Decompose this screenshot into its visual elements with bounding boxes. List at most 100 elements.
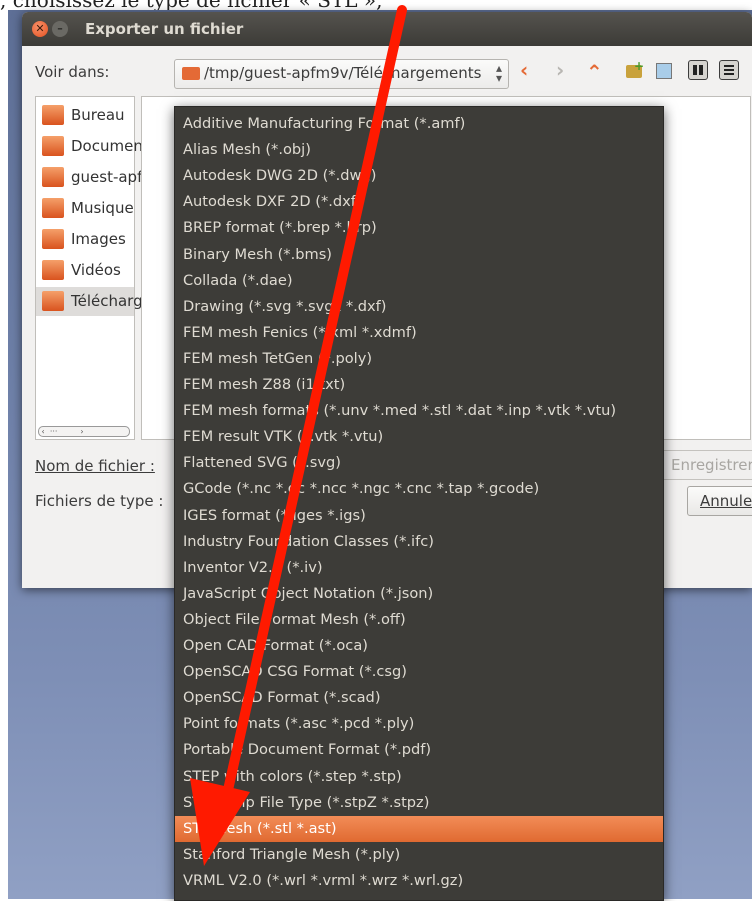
menu-item-label: STL Mesh (*.stl *.ast) xyxy=(183,819,337,837)
menu-item[interactable]: OpenSCAD CSG Format (*.csg) xyxy=(175,659,663,685)
menu-item-label: Industry Foundation Classes (*.ifc) xyxy=(183,532,434,550)
sidebar-item-label: Bureau xyxy=(71,106,125,124)
menu-item[interactable]: Alias Mesh (*.obj) xyxy=(175,137,663,163)
menu-item-label: IGES format (*.iges *.igs) xyxy=(183,506,366,524)
back-arrow-icon[interactable]: ‹ xyxy=(520,58,528,82)
cancel-button[interactable]: Annuler xyxy=(687,486,752,516)
sidebar-item[interactable]: Bureau xyxy=(36,101,134,130)
menu-item[interactable]: Stanford Triangle Mesh (*.ply) xyxy=(175,842,663,868)
menu-item-label: OpenSCAD Format (*.scad) xyxy=(183,689,381,707)
menu-item[interactable]: Drawing (*.svg *.svgz *.dxf) xyxy=(175,294,663,320)
menu-item[interactable]: STEPZ zip File Type (*.stpZ *.stpz) xyxy=(175,790,663,816)
filetype-label: Fichiers de type : xyxy=(35,492,164,510)
menu-item-label: Point formats (*.asc *.pcd *.ply) xyxy=(183,715,415,733)
menu-item-label: FEM mesh TetGen (*.poly) xyxy=(183,349,373,367)
menu-item[interactable]: Flattened SVG (*.svg) xyxy=(175,450,663,476)
horizontal-scrollbar[interactable]: ‹ ··· › xyxy=(38,426,130,437)
menu-item-label: FEM mesh Z88 (i1.txt) xyxy=(183,376,346,393)
menu-item-label: BREP format (*.brep *.brp) xyxy=(183,219,377,237)
menu-item[interactable]: FEM mesh Fenics (*.xml *.xdmf) xyxy=(175,320,663,346)
sidebar-item-label: Vidéos xyxy=(71,261,121,279)
menu-item-label: STEPZ zip File Type (*.stpZ *.stpz) xyxy=(183,793,430,811)
folder-icon xyxy=(42,105,64,125)
sidebar-item[interactable]: Documents xyxy=(36,132,157,161)
menu-item[interactable]: Portable Document Format (*.pdf) xyxy=(175,737,663,763)
menu-item[interactable]: Autodesk DXF 2D (*.dxf) xyxy=(175,189,663,215)
menu-item-label: FEM mesh formats (*.unv *.med *.stl *.da… xyxy=(183,402,617,420)
menu-item-label: FEM result VTK (*.vtk *.vtu) xyxy=(183,428,384,446)
icon-view-icon[interactable] xyxy=(688,60,708,80)
menu-item-label: Additive Manufacturing Format (*.amf) xyxy=(183,115,466,132)
filetype-dropdown-menu: Additive Manufacturing Format (*.amf) Ali… xyxy=(174,106,664,901)
look-in-label: Voir dans: xyxy=(35,63,110,81)
sidebar-item[interactable]: Musique xyxy=(36,194,134,223)
sidebar-item-label: Musique xyxy=(71,199,134,217)
folder-icon xyxy=(42,291,64,311)
new-folder-icon[interactable] xyxy=(626,59,644,78)
menu-item-label: VRML V2.0 (*.wrl *.vrml *.wrz *.wrl.gz) xyxy=(183,871,464,889)
sidebar-item[interactable]: Téléchargements xyxy=(36,287,199,316)
window-title: Exporter un fichier xyxy=(85,20,244,38)
menu-item-label: Autodesk DWG 2D (*.dwg) xyxy=(183,167,377,185)
detail-view-icon[interactable] xyxy=(656,63,672,79)
filename-label: Nom de fichier : xyxy=(35,457,155,475)
menu-item-label: GCode (*.nc *.gc *.ncc *.ngc *.cnc *.tap… xyxy=(183,480,540,498)
places-sidebar: Bureau Documents guest-apfm9v Musique Images… xyxy=(35,96,199,440)
menu-item[interactable]: Binary Mesh (*.bms) xyxy=(175,242,663,268)
path-value: /tmp/guest-apfm9v/Téléchargements xyxy=(204,64,482,82)
menu-item[interactable]: Industry Foundation Classes (*.ifc) xyxy=(175,529,663,555)
menu-item[interactable]: STEP with colors (*.step *.stp) xyxy=(175,764,663,790)
menu-item-label: Open CAD Format (*.oca) xyxy=(183,637,368,654)
menu-item-label: Alias Mesh (*.obj) xyxy=(183,141,311,159)
menu-item[interactable]: Collada (*.dae) xyxy=(175,268,663,294)
menu-item-label: Inventor V2.1 (*.iv) xyxy=(183,558,323,576)
menu-item[interactable]: STL Mesh (*.stl *.ast) xyxy=(175,815,663,842)
list-view-icon[interactable] xyxy=(719,60,739,80)
home-folder-icon xyxy=(42,167,64,187)
menu-item-label: Autodesk DXF 2D (*.dxf) xyxy=(183,193,362,211)
spinner-arrows-icon: ▴ ▾ xyxy=(495,61,502,85)
menu-item[interactable]: FEM mesh Z88 (i1.txt) xyxy=(175,372,663,398)
menu-item[interactable]: Inventor V2.1 (*.iv) xyxy=(175,555,663,581)
close-icon[interactable]: ✕ xyxy=(32,21,48,37)
folder-icon xyxy=(182,67,200,80)
menu-item[interactable]: IGES format (*.iges *.igs) xyxy=(175,503,663,529)
menu-item[interactable]: Autodesk DWG 2D (*.dwg) xyxy=(175,163,663,189)
menu-item-label: Portable Document Format (*.pdf) xyxy=(183,741,432,759)
menu-item[interactable]: JavaScript Object Notation (*.json) xyxy=(175,581,663,607)
parent-folder-icon[interactable]: ⌃ xyxy=(586,60,603,84)
folder-icon xyxy=(42,198,64,218)
menu-item[interactable]: FEM mesh formats (*.unv *.med *.stl *.da… xyxy=(175,398,663,424)
menu-item[interactable]: FEM result VTK (*.vtk *.vtu) xyxy=(175,424,663,450)
menu-item-label: Object File Format Mesh (*.off) xyxy=(183,610,406,628)
minimize-icon[interactable]: – xyxy=(52,21,68,37)
sidebar-item[interactable]: Vidéos xyxy=(36,256,134,285)
menu-item[interactable]: Open CAD Format (*.oca) xyxy=(175,633,663,659)
menu-item-label: Stanford Triangle Mesh (*.ply) xyxy=(183,845,401,863)
menu-item[interactable]: OpenSCAD Format (*.scad) xyxy=(175,685,663,711)
path-combobox[interactable]: /tmp/guest-apfm9v/Téléchargements ▴ ▾ xyxy=(174,59,509,89)
folder-icon xyxy=(42,229,64,249)
menu-item-label: Collada (*.dae) xyxy=(183,271,293,289)
sidebar-item-label: Images xyxy=(71,230,126,248)
folder-icon xyxy=(42,260,64,280)
menu-item[interactable]: BREP format (*.brep *.brp) xyxy=(175,215,663,241)
menu-item-label: OpenSCAD CSG Format (*.csg) xyxy=(183,663,407,681)
menu-item-label: Binary Mesh (*.bms) xyxy=(183,245,333,263)
menu-item[interactable]: Point formats (*.asc *.pcd *.ply) xyxy=(175,711,663,737)
menu-item[interactable]: FEM mesh TetGen (*.poly) xyxy=(175,346,663,372)
menu-item-label: STEP with colors (*.step *.stp) xyxy=(183,767,402,785)
menu-item-label: Flattened SVG (*.svg) xyxy=(183,454,341,472)
sidebar-item[interactable]: Images xyxy=(36,225,134,254)
menu-item[interactable]: Object File Format Mesh (*.off) xyxy=(175,607,663,633)
save-button[interactable]: Enregistrer xyxy=(658,450,752,480)
menu-item[interactable]: VRML V2.0 (*.wrl *.vrml *.wrz *.wrl.gz) xyxy=(175,868,663,894)
title-bar[interactable]: ✕ – Exporter un fichier xyxy=(22,12,752,46)
menu-item[interactable]: GCode (*.nc *.gc *.ncc *.ngc *.cnc *.tap… xyxy=(175,476,663,502)
menu-item-label: FEM mesh Fenics (*.xml *.xdmf) xyxy=(183,323,417,341)
menu-item[interactable]: Additive Manufacturing Format (*.amf) xyxy=(175,111,663,137)
forward-arrow-icon[interactable]: › xyxy=(556,58,564,82)
folder-icon xyxy=(42,136,64,156)
sidebar-item[interactable]: guest-apfm9v xyxy=(36,163,175,192)
menu-item-label: JavaScript Object Notation (*.json) xyxy=(183,584,434,602)
